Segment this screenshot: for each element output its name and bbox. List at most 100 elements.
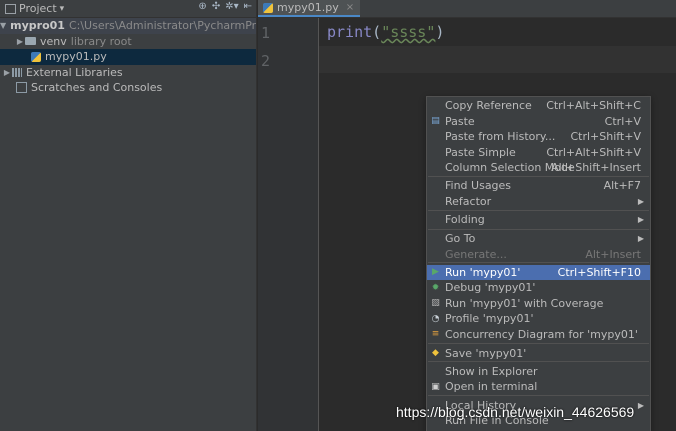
menu-item-profile-mypy01[interactable]: ◔ Profile 'mypy01' (427, 311, 650, 327)
project-view-selector[interactable]: Project ▾ (5, 2, 64, 15)
project-tree: ▼ mypro01 C:\Users\Administrator\Pycharm… (0, 18, 256, 96)
submenu-arrow-icon: ▶ (637, 400, 644, 410)
menu-item-run-mypy01-with-coverage[interactable]: ▧ Run 'mypy01' with Coverage (427, 296, 650, 312)
project-panel: Project ▾ ⊕ ✣ ✲▾ ⇤ ▼ mypro01 C:\Users\Ad… (0, 0, 256, 431)
code-string: "ssss" (381, 23, 436, 41)
menu-item-label: Open in terminal (445, 380, 538, 394)
menu-item-label: Paste (445, 114, 475, 128)
project-panel-title: Project (19, 2, 57, 15)
code-line-1[interactable]: print("ssss") (327, 23, 444, 41)
scratches-label: Scratches and Consoles (31, 81, 163, 95)
menu-separator (428, 343, 649, 344)
menu-item-concurrency-diagram-for-mypy01[interactable]: ≡ Concurrency Diagram for 'mypy01' (427, 327, 650, 343)
tree-item-mypy01[interactable]: mypy01.py (0, 49, 256, 65)
menu-item-go-to[interactable]: Go To ▶ (427, 231, 650, 247)
venv-note: library root (70, 34, 132, 48)
menu-separator (428, 228, 649, 230)
menu-item-open-in-terminal[interactable]: ▣ Open in terminal (427, 379, 650, 395)
collapse-all-icon[interactable]: ✣ (212, 1, 220, 12)
menu-item-folding[interactable]: Folding ▶ (427, 212, 650, 228)
run-icon: ▶ (432, 267, 439, 278)
menu-item-shortcut: Alt+Insert (585, 247, 641, 261)
menu-item-label: Paste Simple (445, 145, 516, 159)
expanded-arrow-icon[interactable]: ▼ (0, 21, 6, 30)
gear-icon[interactable]: ✲▾ (225, 1, 238, 12)
submenu-arrow-icon: ▶ (637, 196, 644, 206)
tree-item-scratches[interactable]: Scratches and Consoles (0, 80, 256, 96)
menu-item-label: Refactor (445, 194, 492, 208)
hide-panel-icon[interactable]: ⇤ (244, 1, 252, 12)
menu-item-label: Concurrency Diagram for 'mypy01' (445, 327, 638, 341)
code-keyword: print (327, 23, 373, 41)
menu-item-column-selection-mode[interactable]: Column Selection Mode Alt+Shift+Insert (427, 160, 650, 176)
menu-item-shortcut: Ctrl+V (604, 114, 641, 128)
python-file-icon (263, 2, 273, 13)
collapsed-arrow-icon[interactable]: ▶ (15, 37, 25, 46)
file-name: mypy01.py (45, 50, 107, 64)
tree-item-external-libraries[interactable]: ▶ External Libraries (0, 65, 256, 81)
tree-item-venv[interactable]: ▶ venv library root (0, 34, 256, 50)
menu-item-shortcut: Alt+F7 (603, 179, 641, 193)
context-menu: Copy Reference Ctrl+Alt+Shift+C ▤ Paste Ctrl… (426, 96, 651, 431)
python-file-icon (31, 51, 41, 62)
menu-item-paste-from-history[interactable]: Paste from History... Ctrl+Shift+V (427, 129, 650, 145)
submenu-arrow-icon: ▶ (637, 234, 644, 244)
tab-mypy01[interactable]: mypy01.py × (258, 0, 361, 17)
menu-item-save-mypy01[interactable]: ◆ Save 'mypy01' (427, 346, 650, 362)
project-panel-icon (5, 3, 16, 14)
menu-item-label: Show in Explorer (445, 364, 538, 378)
code-paren-open: ( (372, 23, 382, 41)
menu-item-find-usages[interactable]: Find Usages Alt+F7 (427, 178, 650, 194)
library-icon (12, 67, 22, 77)
locate-icon[interactable]: ⊕ (198, 1, 206, 12)
menu-item-debug-mypy01[interactable]: ✹ Debug 'mypy01' (427, 280, 650, 296)
current-line-highlight (319, 46, 676, 73)
chevron-down-icon: ▾ (59, 3, 65, 14)
concurrency-icon: ≡ (431, 329, 440, 340)
menu-item-paste[interactable]: ▤ Paste Ctrl+V (427, 114, 650, 130)
collapsed-arrow-icon[interactable]: ▶ (2, 68, 12, 77)
menu-item-label: Copy Reference (445, 99, 532, 113)
menu-item-refactor[interactable]: Refactor ▶ (427, 194, 650, 210)
menu-item-paste-simple[interactable]: Paste Simple Ctrl+Alt+Shift+V (427, 145, 650, 161)
line-number: 2 (261, 52, 271, 70)
menu-separator (428, 209, 649, 211)
submenu-arrow-icon: ▶ (637, 215, 644, 225)
editor-tab-bar: mypy01.py × (258, 0, 676, 18)
menu-separator (428, 395, 649, 396)
menu-item-label: Run 'mypy01' (445, 265, 521, 279)
menu-item-label: Run 'mypy01' with Coverage (445, 296, 604, 310)
watermark: https://blog.csdn.net/weixin_44626569 (396, 404, 635, 420)
paste-icon: ▤ (431, 116, 440, 127)
menu-item-show-in-explorer[interactable]: Show in Explorer (427, 364, 650, 380)
project-root-name: mypro01 (10, 19, 65, 33)
project-root-path: C:\Users\Administrator\PycharmProjects\m (68, 19, 256, 33)
menu-item-label: Debug 'mypy01' (445, 281, 536, 295)
menu-separator (428, 361, 649, 362)
menu-item-run-mypy01[interactable]: ▶ Run 'mypy01' Ctrl+Shift+F10 (427, 264, 650, 280)
line-number-gutter: 1 2 (258, 18, 319, 431)
coverage-icon: ▧ (431, 298, 440, 309)
scratches-icon (16, 82, 27, 94)
menu-item-shortcut: Ctrl+Shift+V (570, 130, 641, 144)
code-paren-close: ) (435, 23, 445, 41)
pycharm-window: Project ▾ ⊕ ✣ ✲▾ ⇤ ▼ mypro01 C:\Users\Ad… (0, 0, 676, 431)
menu-separator (428, 262, 649, 263)
menu-item-generate: Generate... Alt+Insert (427, 247, 650, 263)
external-libraries-label: External Libraries (26, 65, 123, 79)
menu-item-label: Go To (445, 232, 476, 246)
menu-item-shortcut: Ctrl+Shift+F10 (557, 265, 641, 279)
menu-item-label: Folding (445, 213, 485, 227)
folder-icon (25, 37, 36, 46)
menu-item-copy-reference[interactable]: Copy Reference Ctrl+Alt+Shift+C (427, 98, 650, 114)
close-icon[interactable]: × (346, 2, 354, 13)
project-panel-header: Project ▾ ⊕ ✣ ✲▾ ⇤ (0, 0, 256, 18)
python-icon: ◆ (432, 348, 439, 359)
menu-item-label: Profile 'mypy01' (445, 312, 534, 326)
tree-item-project-root[interactable]: ▼ mypro01 C:\Users\Administrator\Pycharm… (0, 18, 256, 34)
venv-name: venv (40, 34, 67, 48)
menu-item-shortcut: Ctrl+Alt+Shift+C (546, 99, 641, 113)
debug-icon: ✹ (431, 282, 440, 293)
menu-separator (428, 176, 649, 177)
menu-item-shortcut: Alt+Shift+Insert (551, 161, 641, 175)
